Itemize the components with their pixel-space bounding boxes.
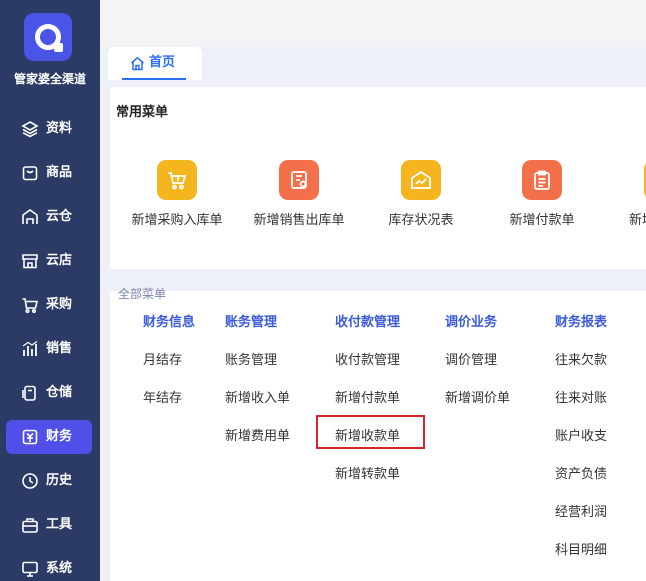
payment-doc-icon: [522, 160, 562, 200]
menu-item[interactable]: 新增调价单: [445, 387, 510, 406]
sidebar-item-cloud-store[interactable]: 云店: [6, 244, 92, 278]
column-title: 账务管理: [225, 315, 278, 330]
layers-icon: [21, 121, 39, 138]
quick-item-partial[interactable]: 新增: [600, 160, 646, 240]
sidebar-item-label: 系统: [46, 561, 73, 576]
monitor-icon: [22, 561, 38, 577]
menu-item[interactable]: 账务管理: [225, 349, 277, 368]
menu-item[interactable]: 月结存: [143, 349, 182, 368]
sales-doc-icon: [279, 160, 319, 200]
sidebar-item-cloud-warehouse[interactable]: 云仓: [6, 200, 92, 234]
sidebar-item-label: 销售: [46, 341, 73, 356]
quick-menu-title: 常用菜单: [116, 105, 169, 120]
inventory-chart-icon: [401, 160, 441, 200]
sidebar-item-sales[interactable]: 销售: [6, 332, 92, 366]
column-title: 调价业务: [445, 315, 498, 330]
sidebar-item-label: 云仓: [46, 209, 73, 224]
cart-icon: [22, 298, 39, 314]
column-title: 财务信息: [143, 315, 196, 330]
menu-item[interactable]: 收付款管理: [335, 349, 400, 368]
column-title: 收付款管理: [335, 315, 401, 330]
sidebar-item-finance[interactable]: 财务: [6, 420, 92, 454]
top-bar: [100, 0, 646, 47]
sidebar-item-label: 商品: [46, 165, 73, 180]
menu-item[interactable]: 科目明细: [555, 539, 607, 558]
quick-item-label: 新增采购入库单: [131, 213, 223, 228]
tab-home[interactable]: 首页: [108, 47, 202, 80]
warehouse-cloud-icon: [22, 209, 38, 224]
quick-item-new-payment[interactable]: 新增付款单: [477, 160, 607, 240]
sidebar-item-label: 资料: [46, 121, 73, 136]
sidebar-item-label: 云店: [46, 253, 73, 268]
finance-icon: [22, 429, 38, 445]
active-tab-indicator: [122, 78, 186, 80]
quick-item-purchase-inbound[interactable]: 新增采购入库单: [112, 160, 242, 240]
sidebar-item-label: 工具: [46, 517, 73, 532]
sidebar-item-label: 历史: [46, 473, 73, 488]
sidebar-item-goods[interactable]: 商品: [6, 156, 92, 190]
clock-icon: [22, 473, 38, 489]
app-logo-icon[interactable]: [24, 13, 72, 61]
sidebar-item-label: 仓储: [46, 385, 73, 400]
menu-item[interactable]: 新增转款单: [335, 463, 400, 482]
menu-item[interactable]: 新增费用单: [225, 425, 290, 444]
chart-icon: [22, 341, 38, 356]
sidebar-item-purchase[interactable]: 采购: [6, 288, 92, 322]
sidebar-item-label: 财务: [46, 429, 73, 444]
menu-panel-title: 全部菜单: [118, 287, 167, 301]
tab-label: 首页: [149, 55, 176, 70]
home-icon: [131, 56, 144, 71]
quick-item-label: 新增销售出库单: [253, 213, 345, 228]
quick-item-sales-outbound[interactable]: 新增销售出库单: [234, 160, 364, 240]
quick-item-inventory-status[interactable]: 库存状况表: [356, 160, 486, 240]
sidebar-item-storage[interactable]: 仓储: [6, 376, 92, 410]
sidebar-item-tools[interactable]: 工具: [6, 508, 92, 542]
menu-item[interactable]: 往来对账: [555, 387, 607, 406]
menu-item[interactable]: 新增收入单: [225, 387, 290, 406]
sidebar-item-label: 采购: [46, 297, 73, 312]
quick-item-label: 新增付款单: [509, 213, 575, 228]
menu-panel: 全部菜单 财务信息 月结存 年结存 账务管理 账务管理 新增收入单 新增费用单 …: [110, 287, 646, 581]
quick-item-label: 库存状况表: [388, 213, 454, 228]
storage-icon: [22, 385, 36, 401]
menu-item[interactable]: 经营利润: [555, 501, 607, 520]
sidebar-item-resources[interactable]: 资料: [6, 112, 92, 146]
sidebar-item-system[interactable]: 系统: [6, 552, 92, 581]
quick-menu-panel: 常用菜单 新增采购入库单 新增销售出库单 库存状况表 新增付款单 新增: [110, 87, 646, 269]
menu-item[interactable]: 新增付款单: [335, 387, 400, 406]
brand-name: 管家婆全渠道: [13, 72, 86, 86]
sidebar: 管家婆全渠道 资料 商品 云仓 云店 采购 销售 仓储 财务 历史 工具 系统: [0, 0, 100, 581]
purchase-cart-icon: [157, 160, 197, 200]
column-title: 财务报表: [555, 315, 608, 330]
quick-item-label: 新增: [629, 213, 646, 228]
highlight-box: [316, 415, 425, 449]
menu-item[interactable]: 账户收支: [555, 425, 607, 444]
menu-item[interactable]: 年结存: [143, 387, 182, 406]
menu-item[interactable]: 往来欠款: [555, 349, 607, 368]
sidebar-item-history[interactable]: 历史: [6, 464, 92, 498]
store-icon: [22, 254, 38, 269]
box-icon: [22, 166, 38, 181]
menu-item[interactable]: 调价管理: [445, 349, 497, 368]
menu-item[interactable]: 资产负债: [555, 463, 607, 482]
toolbox-icon: [22, 518, 38, 533]
